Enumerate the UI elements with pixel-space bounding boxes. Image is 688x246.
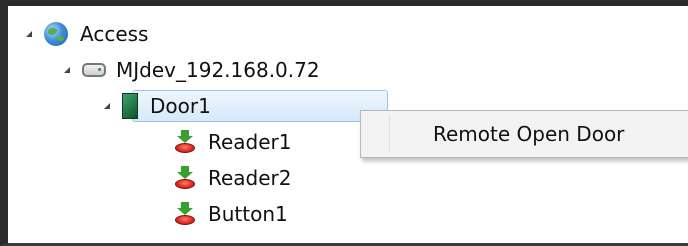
reader-icon (174, 166, 196, 190)
tree-node-reader1[interactable]: Reader1 (174, 126, 292, 158)
door-icon (122, 93, 138, 119)
expand-arrow-icon[interactable] (64, 67, 70, 73)
button-icon (174, 202, 196, 226)
tree-node-door1[interactable]: Door1 (104, 90, 211, 122)
expand-arrow-icon[interactable] (26, 31, 32, 37)
context-menu: Remote Open Door (360, 110, 688, 158)
tree-node-label: Door1 (150, 94, 211, 118)
globe-icon (44, 22, 68, 46)
tree-node-label: MJdev_192.168.0.72 (116, 58, 320, 82)
device-icon (82, 63, 106, 77)
tree-node-reader2[interactable]: Reader2 (174, 162, 292, 194)
tree-node-label: Reader2 (208, 166, 292, 190)
tree-node-label: Access (80, 22, 149, 46)
tree-node-button1[interactable]: Button1 (174, 198, 288, 230)
tree-panel: Access MJdev_192.168.0.72 Door1 Reader1 … (0, 0, 688, 246)
tree-node-label: Button1 (208, 202, 288, 226)
tree-node-label: Reader1 (208, 130, 292, 154)
reader-icon (174, 130, 196, 154)
expand-arrow-icon[interactable] (104, 103, 110, 109)
menu-item-remote-open-door[interactable]: Remote Open Door (363, 113, 688, 155)
tree-node-device[interactable]: MJdev_192.168.0.72 (64, 54, 320, 86)
tree-node-access[interactable]: Access (26, 18, 148, 50)
